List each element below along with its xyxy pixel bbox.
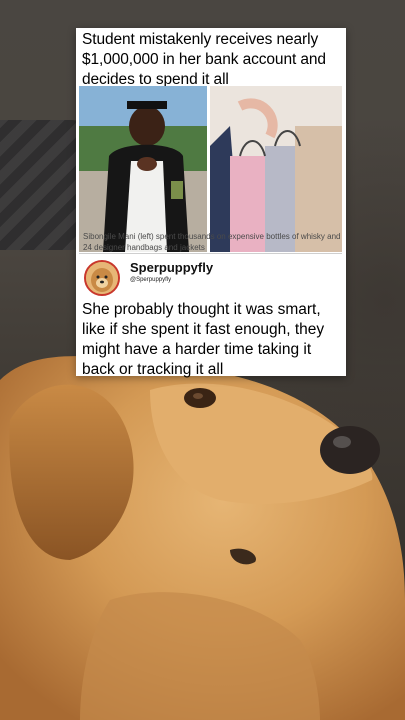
author-name[interactable]: Sperpuppyfly [130, 260, 213, 275]
photo-caption: Sibongile Mani (left) spent thousands on… [83, 232, 341, 252]
avatar-dog-icon [86, 262, 118, 294]
post-body-text: She probably thought it was smart, like … [82, 301, 325, 378]
reddit-post-card: Student mistakenly receives nearly $1,00… [76, 28, 346, 378]
avatar[interactable] [84, 260, 120, 296]
post-headline: Student mistakenly receives nearly $1,00… [82, 31, 326, 88]
graduation-photo [79, 86, 207, 252]
divider [79, 253, 342, 254]
shopping-bags-photo [210, 86, 342, 252]
author-handle[interactable]: @Sperpuppyfly [130, 277, 171, 283]
news-photo-row [79, 86, 342, 252]
